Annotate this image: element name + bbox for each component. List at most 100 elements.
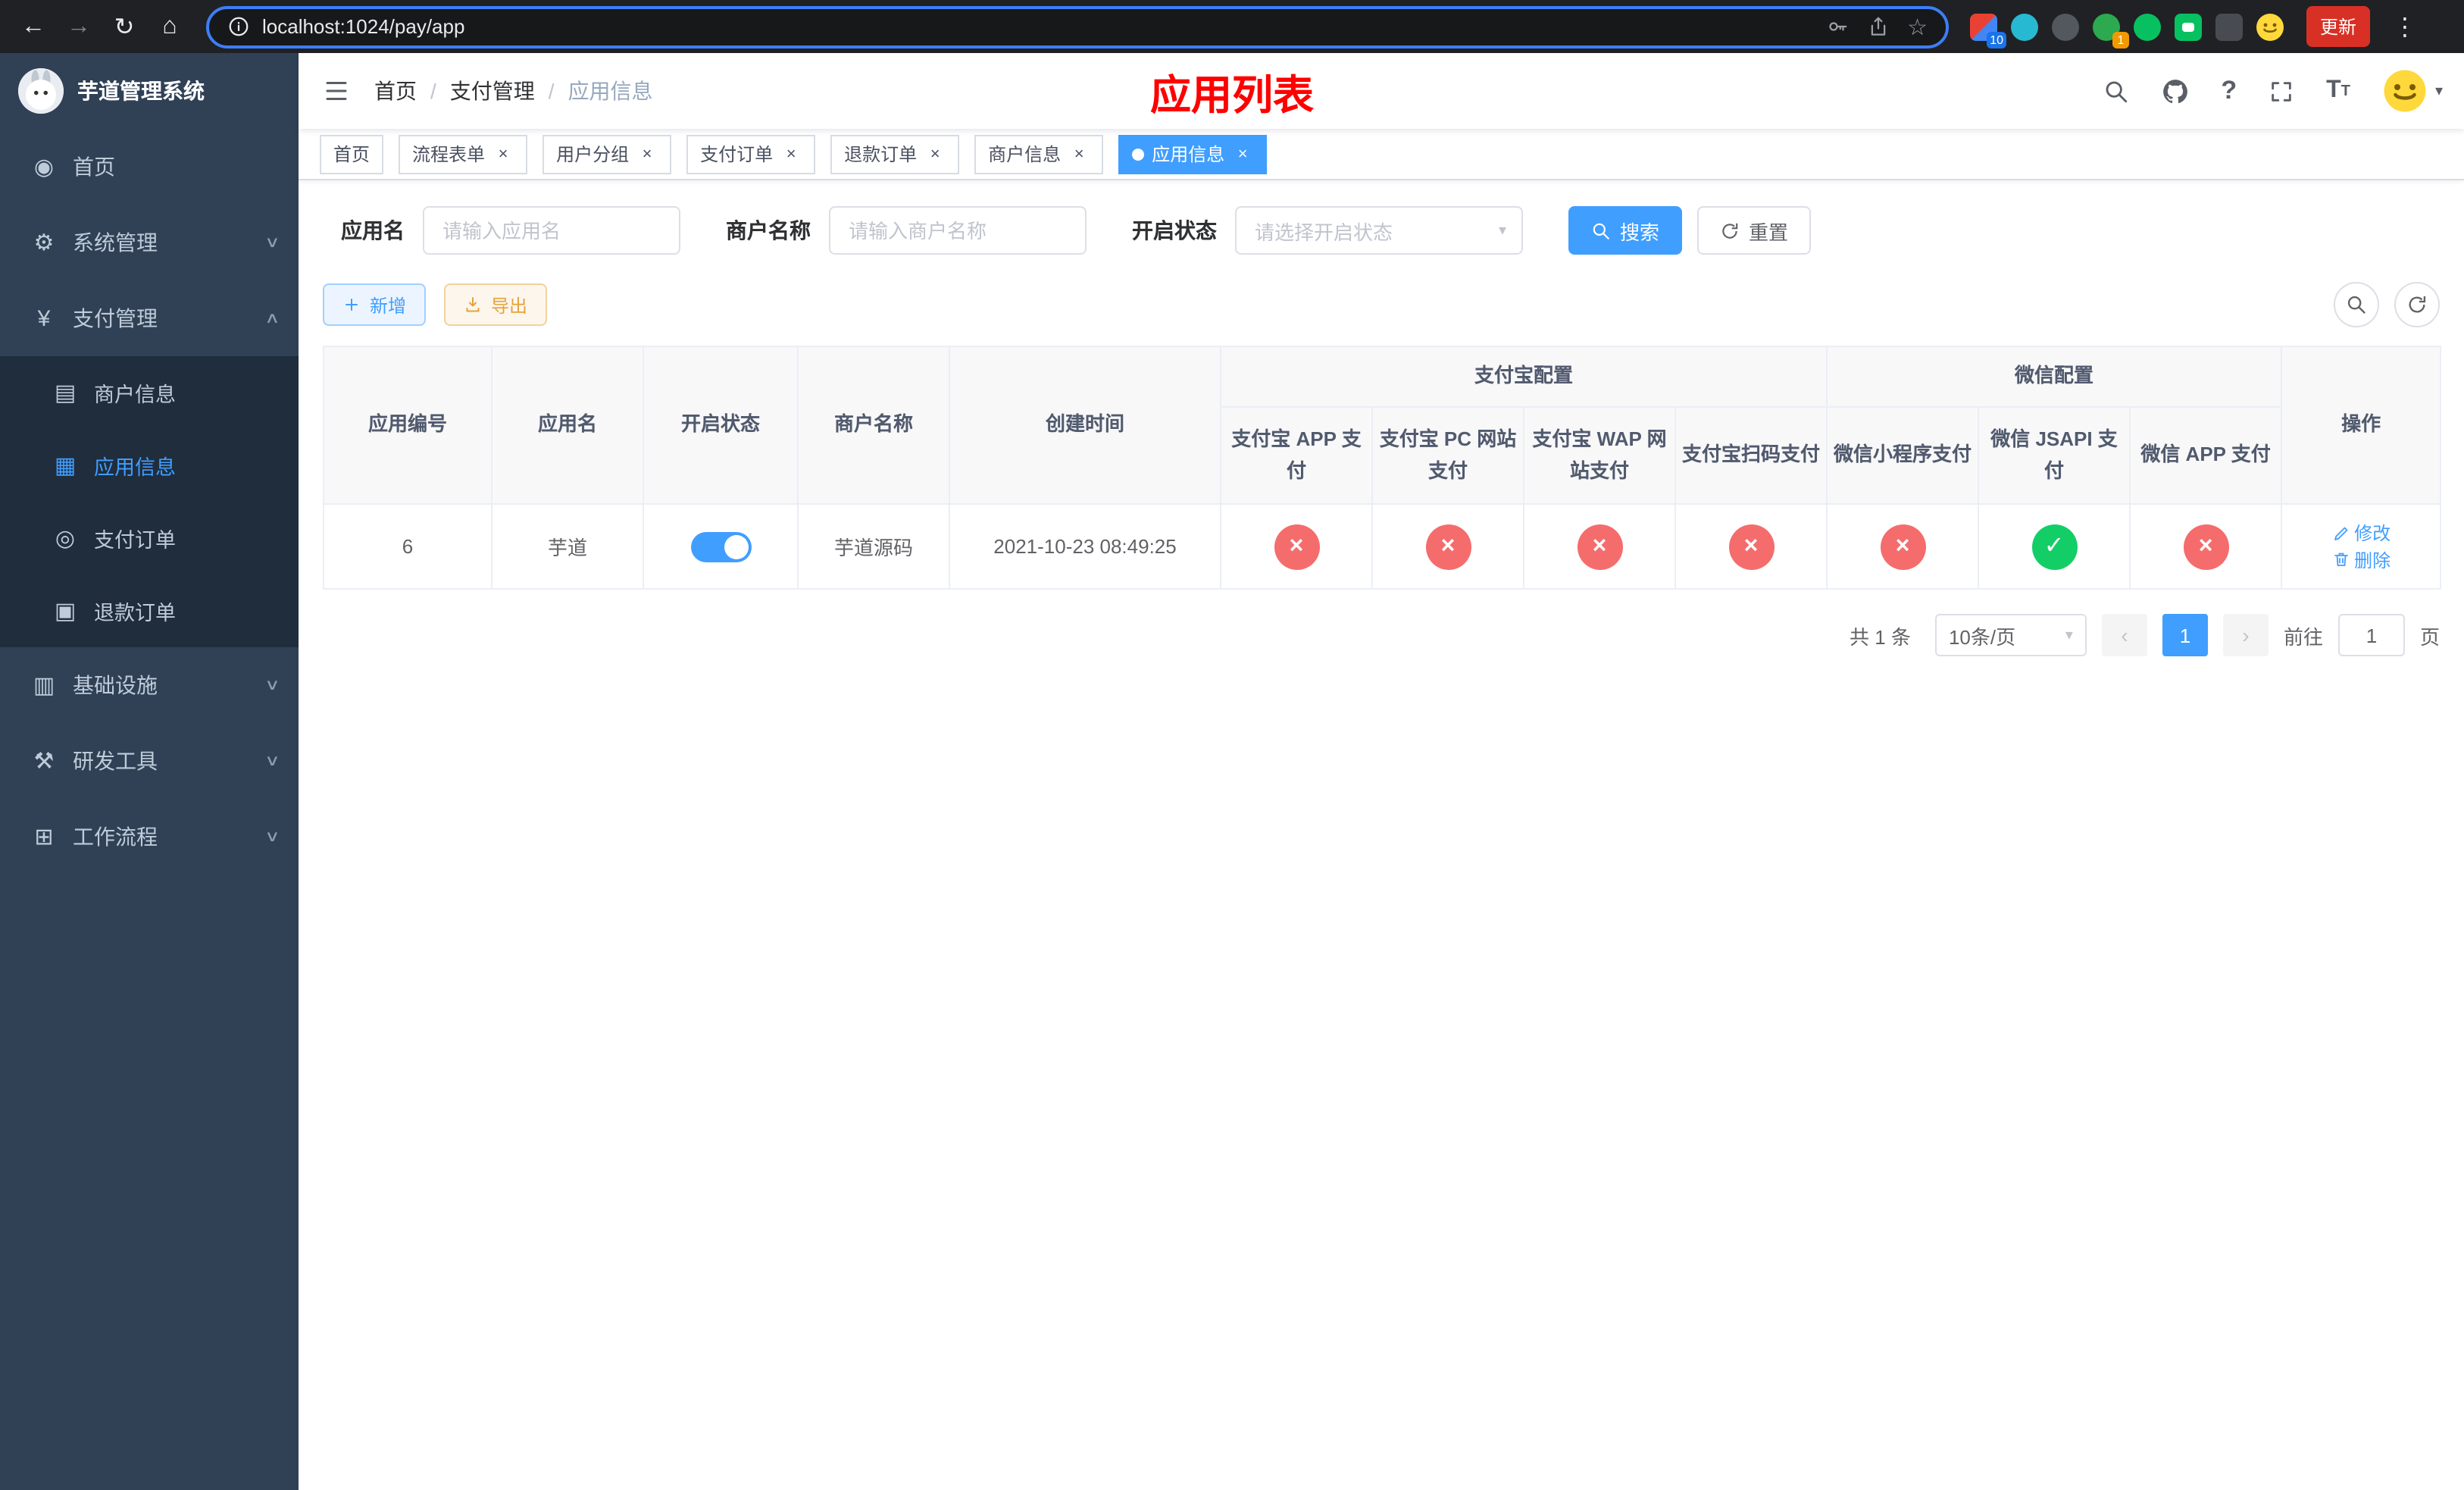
home-icon[interactable]: ⌂	[149, 5, 191, 48]
github-icon[interactable]	[2160, 77, 2189, 105]
breadcrumb: 首页 / 支付管理 / 应用信息	[374, 76, 653, 106]
navbar: 首页 / 支付管理 / 应用信息 应用列表 ? TT ▾	[299, 53, 2464, 129]
sidebar-item-home[interactable]: ◉ 首页	[0, 129, 299, 205]
hamburger-icon[interactable]	[299, 53, 374, 129]
extension-drop-icon[interactable]	[2011, 13, 2038, 40]
forward-icon[interactable]: →	[58, 5, 100, 48]
grid-icon: ▦	[54, 453, 77, 479]
extensions-puzzle-icon[interactable]	[2215, 13, 2243, 40]
chevron-up-icon: ∧	[264, 310, 280, 327]
tag-close-icon[interactable]: ×	[924, 143, 946, 164]
reset-button[interactable]: 重置	[1697, 206, 1812, 255]
refresh-table-button[interactable]	[2394, 282, 2440, 327]
status-select[interactable]: 请选择开启状态 ▾	[1235, 206, 1523, 255]
browser-profile-avatar[interactable]	[2256, 13, 2284, 40]
edit-button[interactable]: 修改	[2331, 520, 2391, 546]
next-page-button[interactable]: ›	[2222, 614, 2269, 656]
merchant-name-input[interactable]	[829, 206, 1087, 255]
tag-close-icon[interactable]: ×	[1232, 143, 1253, 164]
col-alipay-pc: 支付宝 PC 网站支付	[1371, 406, 1524, 505]
navbar-actions: ? TT ▾	[2103, 68, 2464, 114]
tag-close-icon[interactable]: ×	[780, 143, 802, 164]
alipay-wap-status-icon: ×	[1577, 524, 1622, 569]
extension-dark-icon[interactable]	[2052, 13, 2079, 40]
tag-close-icon[interactable]: ×	[492, 143, 514, 164]
breadcrumb-separator: /	[430, 79, 436, 103]
app-name-input[interactable]	[423, 206, 680, 255]
tag-app-info[interactable]: 应用信息 ×	[1118, 134, 1268, 174]
tag-close-icon[interactable]: ×	[1068, 143, 1090, 164]
sidebar-item-system[interactable]: ⚙ 系统管理 ∨	[0, 205, 299, 280]
sidebar-item-refund-orders[interactable]: ▣ 退款订单	[0, 574, 299, 647]
search-icon[interactable]	[2103, 78, 2128, 104]
search-icon	[1591, 221, 1611, 240]
caret-down-icon: ▾	[2434, 83, 2443, 99]
tag-pay-orders[interactable]: 支付订单 ×	[686, 134, 816, 174]
tag-refund-orders[interactable]: 退款订单 ×	[830, 134, 960, 174]
tag-home[interactable]: 首页	[320, 134, 384, 174]
extension-grid-icon[interactable]: 10	[1970, 13, 2006, 48]
update-button[interactable]: 更新	[2306, 6, 2371, 47]
refresh-icon	[1720, 221, 1740, 240]
table-row: 6 芋道 芋道源码 2021-10-23 08:49:25 × × × × × …	[323, 503, 2442, 590]
sidebar-item-app-info[interactable]: ▦ 应用信息	[0, 429, 299, 502]
prev-page-button[interactable]: ‹	[2101, 614, 2147, 656]
delete-button[interactable]: 删除	[2331, 546, 2391, 572]
col-wx-mini: 微信小程序支付	[1826, 406, 1980, 505]
caret-down-icon: ▾	[2065, 627, 2073, 643]
page-size-select[interactable]: 10条/页 ▾	[1934, 614, 2087, 656]
chat-extension-icon[interactable]	[2175, 13, 2202, 40]
goto-page-input[interactable]	[2337, 614, 2405, 656]
search-button[interactable]: 搜索	[1568, 206, 1683, 255]
tag-user-group[interactable]: 用户分组 ×	[543, 134, 672, 174]
reload-icon[interactable]: ↻	[103, 5, 145, 48]
app-name-label: 应用名	[341, 218, 405, 243]
sidebar-item-workflow[interactable]: ⊞ 工作流程 ∨	[0, 799, 299, 875]
bookmark-star-icon[interactable]: ☆	[1907, 13, 1928, 40]
chevron-down-icon: ∨	[264, 234, 280, 251]
current-page-button[interactable]: 1	[2162, 614, 2208, 656]
group-wechat-config: 微信配置	[1826, 346, 2283, 408]
breadcrumb-home[interactable]: 首页	[374, 76, 417, 106]
logo-avatar-icon	[18, 68, 64, 114]
site-info-icon[interactable]	[227, 15, 250, 38]
tag-close-icon[interactable]: ×	[636, 143, 658, 164]
help-icon[interactable]: ?	[2221, 76, 2237, 106]
password-key-icon[interactable]	[1825, 15, 1848, 38]
wx-app-status-icon: ×	[2183, 524, 2229, 569]
sidebar-item-payment[interactable]: ¥ 支付管理 ∧	[0, 280, 299, 356]
extension-avatar-icon[interactable]: 1	[2093, 13, 2129, 48]
avatar-emoji-icon	[2382, 68, 2428, 114]
col-alipay-qr: 支付宝扫码支付	[1674, 406, 1828, 505]
address-bar[interactable]: localhost:1024/pay/app ☆	[206, 5, 1949, 48]
col-alipay-wap: 支付宝 WAP 网站支付	[1523, 406, 1676, 505]
share-icon[interactable]	[1866, 15, 1889, 38]
tools-icon: ⚒	[33, 749, 55, 775]
user-avatar[interactable]: ▾	[2382, 68, 2443, 114]
app-logo[interactable]: 芋道管理系统	[0, 53, 299, 129]
fullscreen-icon[interactable]	[2269, 78, 2294, 104]
document-icon: ▣	[54, 599, 77, 624]
col-wx-jsapi: 微信 JSAPI 支付	[1978, 406, 2131, 505]
sidebar-item-dev-tools[interactable]: ⚒ 研发工具 ∨	[0, 723, 299, 799]
breadcrumb-payment[interactable]: 支付管理	[450, 76, 535, 106]
table-toolbar: 新增 导出	[323, 282, 2440, 327]
wechat-devtools-icon[interactable]	[2134, 13, 2161, 40]
status-label: 开启状态	[1132, 218, 1217, 243]
tag-process-form[interactable]: 流程表单 ×	[399, 134, 528, 174]
toggle-search-button[interactable]	[2334, 282, 2379, 327]
cell-merchant: 芋道源码	[797, 503, 950, 590]
add-button[interactable]: 新增	[323, 283, 427, 326]
sidebar-item-pay-orders[interactable]: ◎ 支付订单	[0, 502, 299, 574]
status-switch[interactable]	[690, 531, 751, 562]
back-icon[interactable]: ←	[12, 5, 55, 48]
extension-badge: 1	[2112, 31, 2129, 48]
sidebar-item-infrastructure[interactable]: ▥ 基础设施 ∨	[0, 647, 299, 723]
sidebar-item-merchant-info[interactable]: ▤ 商户信息	[0, 356, 299, 429]
cell-actions: 修改 删除	[2281, 503, 2442, 590]
browser-menu-icon[interactable]: ⋮	[2384, 5, 2426, 48]
export-button[interactable]: 导出	[444, 283, 548, 326]
font-size-icon[interactable]: TT	[2326, 77, 2350, 105]
cell-app-name: 芋道	[491, 503, 644, 590]
tag-merchant-info[interactable]: 商户信息 ×	[974, 134, 1104, 174]
